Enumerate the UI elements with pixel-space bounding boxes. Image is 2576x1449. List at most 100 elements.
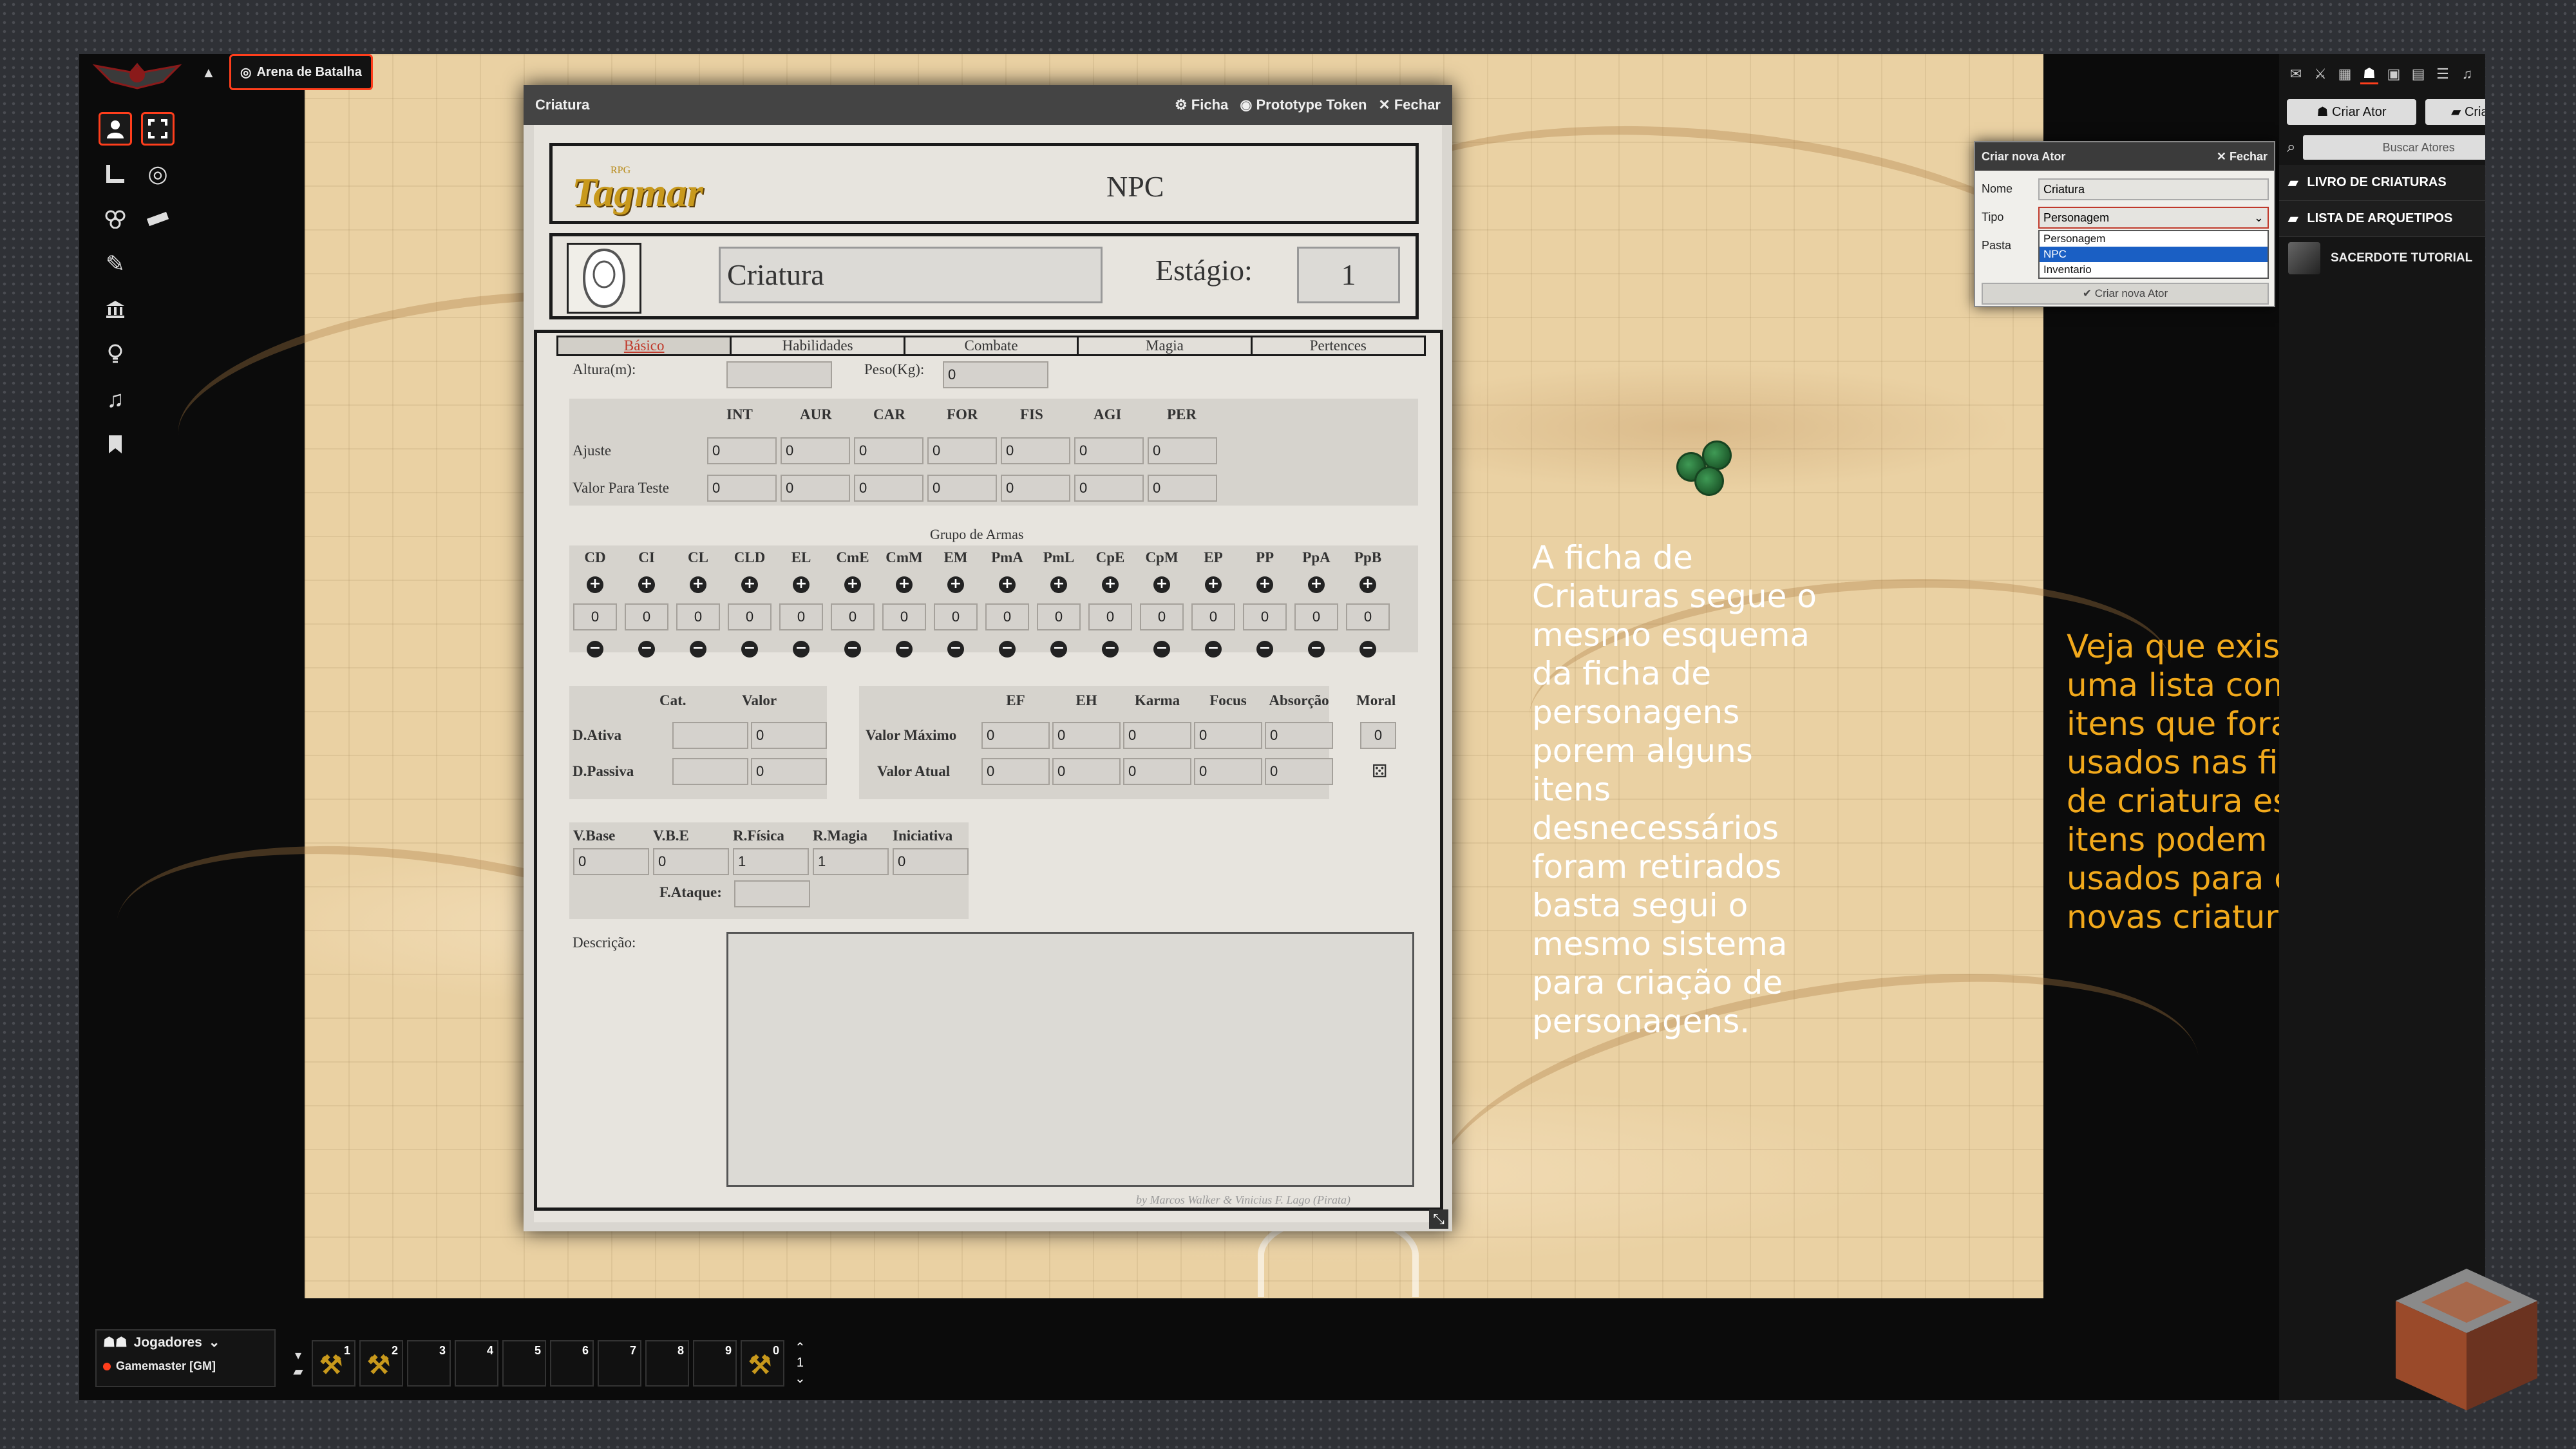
decrement-icon[interactable]: −: [999, 641, 1016, 658]
dialog-name-input[interactable]: Criatura: [2038, 178, 2269, 200]
weapon-group-input[interactable]: 0: [831, 603, 875, 630]
increment-icon[interactable]: +: [999, 576, 1016, 593]
weapon-group-input[interactable]: 0: [1140, 603, 1184, 630]
decrement-icon[interactable]: −: [1308, 641, 1325, 658]
hotbar-slot[interactable]: 6: [550, 1340, 594, 1387]
target-icon[interactable]: ◎: [141, 157, 175, 191]
increment-icon[interactable]: +: [587, 576, 603, 593]
ruler-icon[interactable]: [141, 202, 175, 236]
energy-current-input[interactable]: 0: [981, 758, 1050, 785]
stage-input[interactable]: 1: [1297, 247, 1400, 303]
hotbar-slot[interactable]: 8: [645, 1340, 689, 1387]
sheet-header[interactable]: Criatura ⚙ Ficha ◉ Prototype Token ✕ Fechar: [524, 85, 1452, 125]
attribute-adjust-input[interactable]: 0: [1148, 437, 1217, 464]
hotbar-slot[interactable]: 4: [455, 1340, 498, 1387]
close-sheet-button[interactable]: ✕ Fechar: [1378, 97, 1441, 113]
increment-icon[interactable]: +: [793, 576, 810, 593]
players-list[interactable]: ☗☗ Jogadores ⌄ Gamemaster [GM]: [95, 1329, 276, 1387]
decrement-icon[interactable]: −: [638, 641, 655, 658]
decrement-icon[interactable]: −: [947, 641, 964, 658]
dialog-type-select[interactable]: Personagem ⌄: [2038, 207, 2269, 229]
weapon-group-input[interactable]: 0: [1191, 603, 1235, 630]
attribute-test-input[interactable]: 0: [1148, 475, 1217, 502]
speed-input[interactable]: 1: [733, 848, 809, 875]
decrement-icon[interactable]: −: [1050, 641, 1067, 658]
attribute-adjust-input[interactable]: 0: [927, 437, 997, 464]
tables-icon[interactable]: ☰: [2434, 64, 2452, 84]
decrement-icon[interactable]: −: [896, 641, 913, 658]
notes-bookmark-icon[interactable]: [99, 428, 132, 461]
expand-icon[interactable]: [141, 112, 175, 146]
attribute-adjust-input[interactable]: 0: [1001, 437, 1070, 464]
weapon-group-input[interactable]: 0: [934, 603, 978, 630]
prototype-token-button[interactable]: ◉ Prototype Token: [1240, 97, 1367, 113]
attribute-adjust-input[interactable]: 0: [707, 437, 777, 464]
hotbar-slot[interactable]: 5: [502, 1340, 546, 1387]
defense-passive-cat[interactable]: [672, 758, 748, 785]
speed-input[interactable]: 1: [813, 848, 889, 875]
weapon-group-input[interactable]: 0: [985, 603, 1029, 630]
dialog-header[interactable]: Criar nova Ator ✕ Fechar: [1975, 142, 2274, 171]
increment-icon[interactable]: +: [1153, 576, 1170, 593]
defense-passive-value[interactable]: 0: [751, 758, 827, 785]
attribute-test-input[interactable]: 0: [1001, 475, 1070, 502]
increment-icon[interactable]: +: [947, 576, 964, 593]
hotbar-slot[interactable]: 7: [598, 1340, 641, 1387]
increment-icon[interactable]: +: [1308, 576, 1325, 593]
weight-input[interactable]: 0: [943, 361, 1048, 388]
increment-icon[interactable]: +: [1359, 576, 1376, 593]
sheet-config-button[interactable]: ⚙ Ficha: [1175, 97, 1228, 113]
energy-current-input[interactable]: 0: [1123, 758, 1191, 785]
energy-max-input[interactable]: 0: [1052, 722, 1121, 749]
folder-lista-de-arquetipos[interactable]: ▰LISTA DE ARQUETIPOS ☗+: [2279, 201, 2485, 237]
description-textarea[interactable]: [726, 932, 1414, 1187]
energy-current-input[interactable]: 0: [1265, 758, 1333, 785]
increment-icon[interactable]: +: [1050, 576, 1067, 593]
weapon-group-input[interactable]: 0: [1294, 603, 1338, 630]
decrement-icon[interactable]: −: [690, 641, 706, 658]
scene-nav-toggle-icon[interactable]: ▲: [202, 64, 216, 81]
height-input[interactable]: [726, 361, 832, 388]
energy-max-input[interactable]: 0: [1194, 722, 1262, 749]
weapon-group-input[interactable]: 0: [676, 603, 720, 630]
attack-force-input[interactable]: [734, 880, 810, 907]
energy-max-input[interactable]: 0: [981, 722, 1050, 749]
decrement-icon[interactable]: −: [1102, 641, 1119, 658]
weapon-group-input[interactable]: 0: [1346, 603, 1390, 630]
caret-down-icon[interactable]: ▾: [295, 1347, 301, 1363]
tiles-icon[interactable]: [99, 202, 132, 236]
decrement-icon[interactable]: −: [1256, 641, 1273, 658]
type-option-personagem[interactable]: Personagem: [2040, 231, 2268, 247]
search-input[interactable]: Buscar Atores: [2303, 135, 2485, 160]
attribute-adjust-input[interactable]: 0: [854, 437, 923, 464]
increment-icon[interactable]: +: [690, 576, 706, 593]
logo-icon[interactable]: [92, 59, 182, 91]
increment-icon[interactable]: +: [741, 576, 758, 593]
dialog-close-button[interactable]: ✕ Fechar: [2217, 150, 2268, 164]
increment-icon[interactable]: +: [1205, 576, 1222, 593]
weapon-group-input[interactable]: 0: [625, 603, 668, 630]
actors-icon[interactable]: ☗: [2360, 64, 2378, 84]
defense-active-cat[interactable]: [672, 722, 748, 749]
increment-icon[interactable]: +: [896, 576, 913, 593]
chat-icon[interactable]: ✉: [2287, 64, 2305, 84]
attribute-adjust-input[interactable]: 0: [1074, 437, 1144, 464]
pencil-icon[interactable]: ✎: [99, 247, 132, 281]
weapon-group-input[interactable]: 0: [1243, 603, 1287, 630]
create-folder-button[interactable]: ▰ Criar Pasta: [2425, 99, 2485, 125]
scenes-icon[interactable]: ▦: [2336, 64, 2354, 84]
type-option-inventario[interactable]: Inventario: [2040, 262, 2268, 278]
walls-icon[interactable]: [99, 292, 132, 326]
decrement-icon[interactable]: −: [587, 641, 603, 658]
increment-icon[interactable]: +: [844, 576, 861, 593]
journal-icon[interactable]: ▤: [2409, 64, 2427, 84]
attribute-test-input[interactable]: 0: [927, 475, 997, 502]
energy-current-input[interactable]: 0: [1194, 758, 1262, 785]
decrement-icon[interactable]: −: [844, 641, 861, 658]
playlists-icon[interactable]: ♫: [2458, 64, 2476, 84]
attribute-adjust-input[interactable]: 0: [781, 437, 850, 464]
energy-max-input[interactable]: 0: [1265, 722, 1333, 749]
weapon-group-input[interactable]: 0: [779, 603, 823, 630]
hotbar-slot[interactable]: 3: [407, 1340, 451, 1387]
resize-handle-icon[interactable]: ⤡: [1429, 1209, 1448, 1229]
